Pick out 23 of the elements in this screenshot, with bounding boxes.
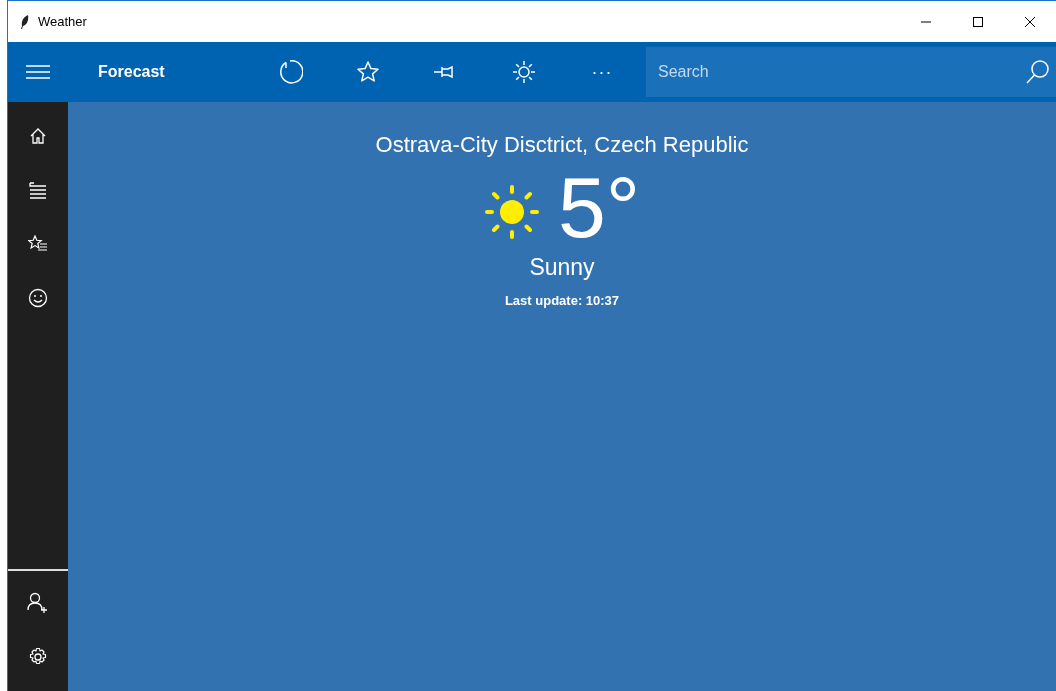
window-title: Weather: [38, 14, 87, 29]
star-list-icon[interactable]: [28, 235, 48, 253]
refresh-icon[interactable]: [277, 59, 303, 85]
last-update-text: Last update: 10:37: [504, 293, 620, 308]
settings-icon[interactable]: [28, 647, 48, 667]
temperature-text: 5°: [557, 162, 641, 252]
smiley-icon[interactable]: [28, 288, 48, 308]
location-text: Ostrava-City Disctrict, Czech Republic: [375, 132, 749, 158]
search-icon[interactable]: [1026, 59, 1050, 85]
sun-outline-icon[interactable]: [512, 60, 536, 84]
home-icon[interactable]: [29, 127, 47, 145]
maximize-icon[interactable]: [972, 15, 984, 28]
feather-icon: [20, 14, 30, 29]
list-icon[interactable]: [28, 181, 48, 199]
menu-icon[interactable]: [25, 64, 51, 80]
star-icon[interactable]: [356, 60, 380, 84]
close-icon[interactable]: [1024, 15, 1036, 28]
more-button[interactable]: ···: [580, 50, 624, 94]
page-title: Forecast: [98, 63, 166, 81]
search-field[interactable]: Search: [646, 47, 1056, 97]
condition-text: Sunny: [529, 254, 595, 281]
sun-icon: [483, 184, 540, 240]
add-person-icon[interactable]: [27, 592, 49, 614]
